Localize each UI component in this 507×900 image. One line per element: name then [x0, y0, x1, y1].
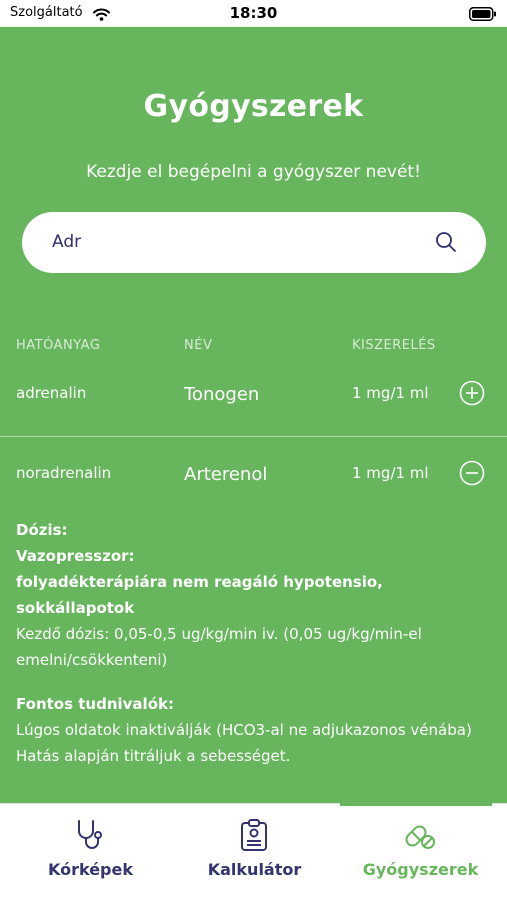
drug-details: Dózis: Vazopresszor: folyadékterápiára n…: [16, 517, 496, 769]
page-subtitle: Kezdje el begépelni a gyógyszer nevét!: [86, 162, 421, 182]
notes-heading: Fontos tudnivalók:: [16, 695, 174, 713]
row-substance: adrenalin: [16, 384, 87, 402]
tab-korkepek[interactable]: Kórképek: [6, 804, 175, 900]
column-header-substance: HATÓANYAG: [16, 338, 101, 353]
tab-label: Kórképek: [47, 860, 133, 879]
tab-bar: Kórképek Kalkulátor Gyógyszerek: [0, 803, 507, 900]
row-package: 1 mg/1 ml: [352, 384, 429, 402]
search-icon[interactable]: [435, 231, 457, 257]
clipboard-icon: [237, 818, 271, 856]
row-substance: noradrenalin: [16, 464, 112, 482]
stethoscope-icon: [73, 818, 107, 856]
status-bar: Szolgáltató 18:30: [0, 0, 507, 27]
note-item: Lúgos oldatok inaktiválják (HCO3-al ne a…: [16, 721, 472, 739]
note-item: Hatás alapján titráljuk a sebességet.: [16, 747, 291, 765]
starting-dose: Kezdő dózis: 0,05-0,5 ug/kg/min iv. (0,0…: [16, 625, 422, 669]
main-panel: Gyógyszerek Kezdje el begépelni a gyógys…: [0, 27, 507, 803]
active-tab-indicator: [340, 803, 492, 806]
row-name: Arterenol: [184, 464, 268, 485]
tab-kalkulator[interactable]: Kalkulátor: [170, 804, 339, 900]
minus-circle-icon[interactable]: [459, 460, 485, 486]
tab-label: Kalkulátor: [207, 860, 302, 879]
search-bar[interactable]: [22, 212, 486, 273]
plus-circle-icon[interactable]: [459, 380, 485, 406]
row-package: 1 mg/1 ml: [352, 464, 429, 482]
search-input[interactable]: [52, 226, 432, 258]
row-divider: [0, 436, 507, 437]
column-header-name: NÉV: [184, 338, 213, 353]
pill-icon: [403, 818, 437, 856]
clock: 18:30: [229, 4, 278, 22]
tab-gyogyszerek[interactable]: Gyógyszerek: [336, 803, 505, 900]
column-header-package: KISZERELÉS: [352, 338, 436, 353]
drug-category: Vazopresszor:: [16, 547, 135, 565]
tab-label: Gyógyszerek: [362, 860, 479, 879]
battery-icon: [469, 6, 497, 25]
dose-heading: Dózis:: [16, 521, 68, 539]
row-name: Tonogen: [184, 384, 260, 405]
page-title: Gyógyszerek: [143, 89, 364, 124]
drug-indication: folyadékterápiára nem reagáló hypotensio…: [16, 573, 383, 617]
